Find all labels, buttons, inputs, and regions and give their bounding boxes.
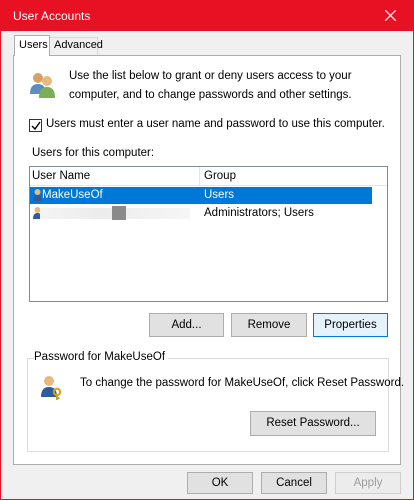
remove-button[interactable]: Remove [231,313,307,337]
tab-users[interactable]: Users [14,35,50,56]
column-header-username[interactable]: User Name [32,170,90,182]
apply-button[interactable]: Apply [335,472,401,494]
require-login-checkbox[interactable] [29,119,42,132]
user-group-cell: Users [204,189,235,201]
list-header: User Name Group [30,167,387,186]
close-icon [385,10,396,21]
password-group-title: Password for MakeUseOf [34,351,169,363]
users-list[interactable]: User Name Group MakeUseOf Users Administ… [29,166,388,302]
window-title: User Accounts [13,9,91,23]
tab-advanced[interactable]: Advanced [50,37,103,55]
user-group-cell: Administrators; Users [204,207,314,219]
column-separator[interactable] [199,167,200,186]
intro-text: Use the list below to grant or deny user… [69,70,352,101]
title-bar[interactable]: User Accounts [1,1,413,31]
add-button[interactable]: Add... [149,313,224,337]
users-icon [28,70,58,103]
reset-password-button[interactable]: Reset Password... [250,411,376,436]
password-info-text: To change the password for MakeUseOf, cl… [80,377,405,389]
cancel-button[interactable]: Cancel [261,472,327,494]
redacted-block [112,206,126,220]
ok-button[interactable]: OK [187,472,253,494]
user-icon [33,189,42,201]
checkmark-icon [31,121,41,131]
users-list-label: Users for this computer: [32,147,155,159]
user-name-cell: MakeUseOf [42,189,103,201]
require-login-label[interactable]: Users must enter a user name and passwor… [46,118,385,130]
column-header-group[interactable]: Group [204,170,236,182]
properties-button[interactable]: Properties [313,313,388,337]
user-key-icon [40,375,64,404]
table-row[interactable]: MakeUseOf Users [30,187,372,204]
table-row[interactable]: Administrators; Users [30,205,372,222]
password-group-box [27,358,389,452]
close-button[interactable] [369,1,413,31]
